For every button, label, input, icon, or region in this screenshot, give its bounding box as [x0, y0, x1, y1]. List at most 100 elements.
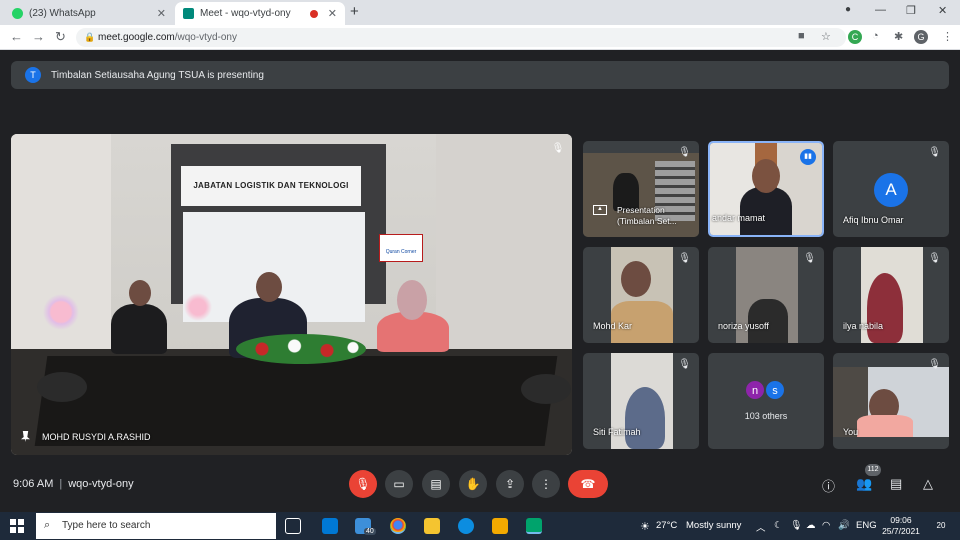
captions-button[interactable]: ▤	[422, 470, 450, 498]
meeting-code: wqo-vtyd-ony	[68, 478, 134, 490]
presenter-avatar: T	[25, 67, 41, 83]
tab-whatsapp[interactable]: (23) WhatsApp ✕	[4, 2, 174, 25]
meeting-controls-bar: 9:06 AM | wqo-vtyd-ony 🎙 ▭ ▤ ✋ ⇪ ⋮ ☎ ⓘ 👥 1…	[0, 462, 960, 512]
address-bar[interactable]: 🔒 meet.google.com/wqo-vtyd-ony	[76, 28, 846, 47]
participant-count-badge: 112	[865, 464, 881, 476]
tile-caption: You	[843, 427, 859, 437]
browser-tab-strip: (23) WhatsApp ✕ Meet - wqo-vtyd-ony ✕ + …	[0, 0, 960, 25]
profile-avatar[interactable]: G	[914, 30, 928, 44]
tile-you[interactable]: 🎙 You	[833, 353, 949, 449]
forward-icon[interactable]: →	[32, 29, 45, 44]
clock-date: 25/7/2021	[882, 526, 920, 536]
file-explorer-icon[interactable]	[424, 518, 440, 534]
wifi-icon[interactable]: ◠	[822, 520, 830, 531]
mic-toggle-button[interactable]: 🎙	[349, 470, 377, 498]
more-options-button[interactable]: ⋮	[532, 470, 560, 498]
tile-caption: ilya nabila	[843, 321, 884, 331]
tile-caption: Presentation (Timbalan Set...	[617, 205, 677, 226]
tab-search-icon[interactable]: ●	[845, 4, 851, 15]
tile-noriza-yusoff[interactable]: 🎙 noriza yusoff	[708, 247, 824, 343]
tile-iskandar-mamat[interactable]: ▮▮ andar mamat	[708, 141, 824, 237]
meet-icon	[183, 8, 194, 19]
media-player-icon[interactable]	[492, 518, 508, 534]
windows-start-icon[interactable]	[10, 519, 24, 533]
mic-off-icon: 🎙	[551, 143, 565, 154]
edge-icon[interactable]	[458, 518, 474, 534]
tile-presentation[interactable]: 🎙 ▲ Presentation (Timbalan Set...	[583, 141, 699, 237]
tab-title: (23) WhatsApp	[29, 8, 96, 19]
menu-kebab-icon[interactable]: ⋮	[942, 30, 953, 43]
new-tab-button[interactable]: +	[350, 3, 359, 20]
tile-caption: andar mamat	[712, 213, 766, 223]
clock-time: 09:06	[890, 515, 912, 525]
chat-icon[interactable]: ▤	[890, 476, 902, 492]
present-now-button[interactable]: ⇪	[496, 470, 524, 498]
close-icon[interactable]: ✕	[157, 7, 166, 20]
main-speaker-video[interactable]: JABATAN LOGISTIK DAN TEKNOLOGI Quran Cor…	[11, 134, 572, 455]
reload-icon[interactable]: ↻	[55, 29, 66, 45]
participant-head	[621, 261, 651, 297]
url-path: /wqo-vtyd-ony	[174, 32, 237, 43]
app-icon[interactable]	[526, 518, 542, 534]
weather-temp[interactable]: 27°C	[656, 520, 677, 531]
search-placeholder: Type here to search	[62, 520, 151, 531]
microphone-base	[521, 374, 571, 404]
phone-link-icon[interactable]	[322, 518, 338, 534]
restore-icon[interactable]: ❐	[906, 4, 916, 17]
presenting-text: Timbalan Setiausaha Agung TSUA is presen…	[51, 69, 264, 81]
tile-afiq-ibnu-omar[interactable]: 🎙 A Afiq Ibnu Omar	[833, 141, 949, 237]
tile-siti-fatimah[interactable]: 🎙 Siti Fatimah	[583, 353, 699, 449]
flower-pot	[181, 292, 215, 322]
tray-chevron-icon[interactable]: ︿	[756, 520, 766, 534]
notification-center-icon[interactable]: 20	[932, 518, 950, 534]
language-indicator[interactable]: ENG	[856, 520, 877, 531]
minimize-icon[interactable]: —	[875, 4, 886, 16]
taskbar-search-input[interactable]: ⌕ Type here to search	[36, 513, 276, 539]
tile-caption: Afiq Ibnu Omar	[843, 215, 904, 225]
tray-app-icon[interactable]: ☾	[774, 520, 783, 531]
back-icon[interactable]: ←	[10, 29, 23, 44]
leave-call-button[interactable]: ☎	[568, 470, 608, 498]
tray-mic-icon[interactable]: 🎙	[790, 520, 802, 531]
cast-icon[interactable]: ◔	[872, 30, 879, 42]
weather-icon: ☀	[640, 521, 650, 533]
windows-taskbar: ⌕ Type here to search 40 ☀ 27°C Mostly s…	[0, 512, 960, 540]
participant-figure	[740, 187, 792, 235]
speaking-indicator-icon: ▮▮	[800, 149, 816, 165]
speaker-name: MOHD RUSYDI A.RASHID	[42, 431, 151, 442]
pin-icon[interactable]	[21, 431, 30, 442]
meeting-info-icon[interactable]: ⓘ	[822, 476, 835, 495]
bookmark-star-icon[interactable]: ☆	[821, 30, 831, 43]
tile-ilya-nabila[interactable]: 🎙 ilya nabila	[833, 247, 949, 343]
search-icon: ⌕	[44, 519, 51, 531]
separator: |	[59, 478, 63, 490]
taskbar-clock[interactable]: 09:06 25/7/2021	[880, 515, 922, 537]
weather-text[interactable]: Mostly sunny	[686, 520, 741, 531]
extension-icon[interactable]: C	[848, 30, 862, 44]
tray-cloud-icon[interactable]: ☁	[806, 520, 816, 531]
speaker-name-label: MOHD RUSYDI A.RASHID	[21, 431, 151, 442]
person-center-head	[256, 272, 282, 302]
camera-toggle-button[interactable]: ▭	[385, 470, 413, 498]
quran-corner-sign: Quran Corner	[379, 234, 423, 262]
volume-icon[interactable]: 🔊	[838, 520, 850, 531]
notification-count: 20	[936, 521, 946, 530]
camera-icon[interactable]: ■	[798, 30, 805, 42]
close-icon[interactable]: ✕	[328, 7, 337, 20]
people-icon[interactable]: 👥	[856, 476, 872, 492]
mic-off-icon: 🎙	[928, 147, 941, 158]
participant-figure	[625, 387, 665, 449]
raise-hand-button[interactable]: ✋	[459, 470, 487, 498]
whatsapp-icon	[12, 8, 23, 19]
tile-others[interactable]: n s 103 others	[708, 353, 824, 449]
activities-icon[interactable]: △	[923, 476, 933, 492]
tile-mohd-kar[interactable]: 🎙 Mohd Kar	[583, 247, 699, 343]
tile-caption: noriza yusoff	[718, 321, 769, 331]
task-view-icon[interactable]	[285, 518, 301, 534]
extensions-puzzle-icon[interactable]: ✱	[894, 30, 903, 43]
chrome-icon[interactable]	[390, 518, 406, 534]
mic-off-icon: 🎙	[928, 253, 941, 264]
tab-meet[interactable]: Meet - wqo-vtyd-ony ✕	[175, 2, 345, 25]
browser-toolbar: ← → ↻ 🔒 meet.google.com/wqo-vtyd-ony ■ ☆…	[0, 25, 960, 50]
close-window-icon[interactable]: ✕	[938, 4, 947, 17]
